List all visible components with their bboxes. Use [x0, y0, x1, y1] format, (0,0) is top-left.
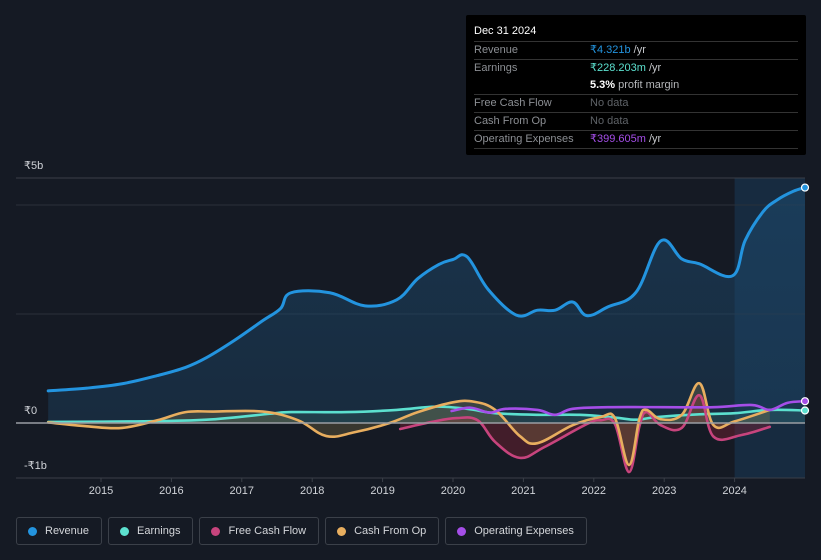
legend-dot-icon — [211, 526, 221, 536]
legend-item-revenue[interactable]: Revenue — [16, 517, 103, 545]
tooltip-row-opex: Operating Expenses ₹399.605m/yr — [474, 131, 798, 149]
tooltip-unit: /yr — [633, 44, 646, 56]
legend-label: Earnings — [137, 525, 181, 537]
tooltip-row-revenue: Revenue ₹4.321b/yr — [474, 42, 798, 60]
x-tick-label: 2019 — [370, 485, 394, 497]
tooltip-unit: /yr — [648, 133, 662, 145]
tooltip-value: ₹399.605m — [590, 133, 646, 145]
tooltip-unit: /yr — [648, 62, 662, 74]
tooltip-label: Cash From Op — [474, 115, 547, 127]
y-tick-label: ₹0 — [24, 405, 37, 417]
tooltip-row-earnings: Earnings ₹228.203m/yr — [474, 60, 798, 77]
legend-item-operating-expenses[interactable]: Operating Expenses — [445, 517, 587, 545]
x-tick-label: 2020 — [441, 485, 465, 497]
legend-dot-icon — [28, 526, 37, 536]
x-tick-label: 2023 — [652, 485, 676, 497]
x-tick-label: 2017 — [230, 485, 254, 497]
x-tick-label: 2016 — [159, 485, 183, 497]
legend-item-free-cash-flow[interactable]: Free Cash Flow — [199, 517, 320, 545]
y-tick-label: -₹1b — [24, 460, 47, 472]
y-tick-label: ₹5b — [24, 160, 43, 172]
profit-margin-value: 5.3% — [590, 79, 616, 91]
tooltip-label: Earnings — [474, 62, 518, 74]
tooltip-value: ₹4.321b — [590, 44, 631, 56]
operating-expenses-end-marker — [800, 397, 810, 406]
legend-item-earnings[interactable]: Earnings — [108, 517, 194, 545]
tooltip-row-fcf: Free Cash Flow No data — [474, 95, 798, 113]
legend-dot-icon — [457, 526, 467, 536]
profit-margin-text: profit margin — [618, 79, 680, 91]
tooltip-label — [474, 77, 590, 94]
tooltip-row-margin: 5.3% profit margin — [474, 77, 798, 95]
tooltip-value: No data — [590, 115, 629, 127]
tooltip-label: Revenue — [474, 44, 519, 56]
legend-label: Cash From Op — [354, 525, 427, 537]
x-tick-label: 2015 — [89, 485, 113, 497]
legend-item-cash-from-op[interactable]: Cash From Op — [325, 517, 440, 545]
tooltip-value: No data — [590, 97, 629, 109]
x-tick-label: 2022 — [582, 485, 606, 497]
earnings-end-marker — [800, 406, 810, 415]
x-tick-label: 2021 — [511, 485, 535, 497]
legend-label: Operating Expenses — [474, 525, 574, 537]
tooltip-label: Free Cash Flow — [474, 97, 552, 109]
revenue-end-marker — [800, 183, 810, 192]
legend: Revenue Earnings Free Cash Flow Cash Fro… — [16, 517, 587, 545]
tooltip: Dec 31 2024 Revenue ₹4.321b/yr Earnings … — [466, 15, 806, 155]
tooltip-label: Operating Expenses — [474, 133, 574, 145]
tooltip-value: ₹228.203m — [590, 62, 646, 74]
x-tick-label: 2024 — [722, 485, 746, 497]
legend-label: Revenue — [45, 525, 90, 537]
revenue-area — [48, 187, 805, 423]
legend-dot-icon — [337, 526, 347, 536]
tooltip-date: Dec 31 2024 — [474, 23, 798, 42]
legend-dot-icon — [120, 526, 130, 536]
legend-label: Free Cash Flow — [228, 525, 307, 537]
x-tick-label: 2018 — [300, 485, 324, 497]
tooltip-row-cfo: Cash From Op No data — [474, 113, 798, 131]
